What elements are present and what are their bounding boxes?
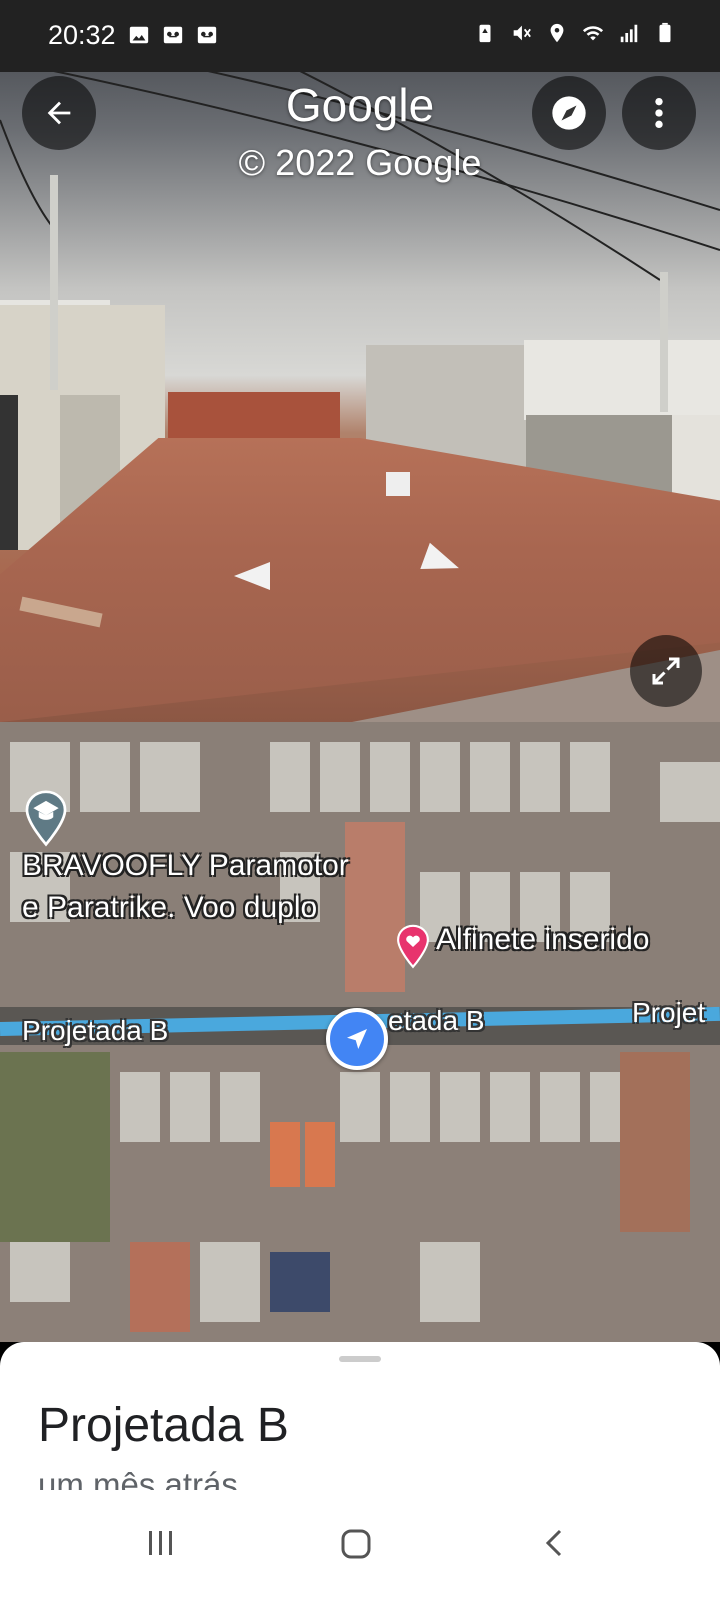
for-sale-sign bbox=[386, 472, 410, 496]
road-label: etada B bbox=[388, 1005, 485, 1036]
dropped-pin[interactable] bbox=[396, 924, 430, 975]
brick-wall bbox=[168, 392, 340, 440]
navigation-arrow-icon bbox=[347, 1029, 367, 1049]
system-back-button[interactable] bbox=[540, 1528, 570, 1563]
voicemail-icon bbox=[197, 26, 217, 44]
recents-button[interactable] bbox=[146, 1528, 176, 1563]
battery-saver-icon bbox=[479, 24, 491, 43]
place-label[interactable]: e Paratrike. Voo duplo bbox=[22, 890, 317, 926]
utility-pole-right bbox=[660, 272, 668, 412]
dropped-pin-label[interactable]: Alfinete inserido bbox=[436, 922, 649, 958]
status-time: 20:32 bbox=[48, 20, 116, 50]
compass-button[interactable] bbox=[532, 76, 606, 150]
more-options-button[interactable] bbox=[622, 76, 696, 150]
home-button[interactable] bbox=[340, 1528, 372, 1565]
system-icons bbox=[474, 22, 676, 44]
current-location-puck[interactable] bbox=[326, 1008, 388, 1070]
school-place-pin[interactable] bbox=[24, 790, 68, 853]
gate bbox=[0, 395, 18, 550]
compass-icon bbox=[552, 96, 586, 130]
road-label: Projetada B bbox=[22, 1015, 169, 1046]
place-label[interactable]: BRAVOOFLY Paramotor bbox=[22, 848, 349, 884]
system-navigation-bar bbox=[0, 1490, 720, 1600]
school-pin-icon bbox=[25, 790, 67, 847]
recents-icon bbox=[149, 1531, 172, 1555]
wifi-icon bbox=[582, 26, 604, 41]
chevron-left-icon bbox=[545, 1529, 562, 1557]
utility-pole bbox=[50, 175, 58, 390]
mute-icon bbox=[513, 25, 531, 41]
road-label: Projet bbox=[632, 997, 706, 1028]
drag-handle[interactable] bbox=[339, 1356, 381, 1362]
heart-pin-icon bbox=[397, 924, 429, 969]
image-icon bbox=[129, 26, 149, 44]
more-vert-icon bbox=[655, 97, 663, 129]
street-view-title: Google bbox=[285, 79, 435, 131]
copyright-text: © 2022 Google bbox=[238, 142, 482, 183]
location-icon bbox=[550, 23, 564, 43]
signal-icon bbox=[620, 24, 638, 43]
move-left-arrow-icon[interactable] bbox=[234, 562, 270, 590]
home-icon bbox=[341, 1529, 371, 1559]
fullscreen-button[interactable] bbox=[630, 635, 702, 707]
status-bar: 20:32 bbox=[0, 0, 720, 72]
place-name: Projetada B bbox=[38, 1399, 289, 1452]
house-right bbox=[524, 340, 720, 420]
voicemail-icon bbox=[163, 26, 183, 44]
expand-icon bbox=[652, 657, 680, 685]
notification-icons bbox=[128, 24, 218, 46]
battery-icon bbox=[659, 22, 671, 43]
